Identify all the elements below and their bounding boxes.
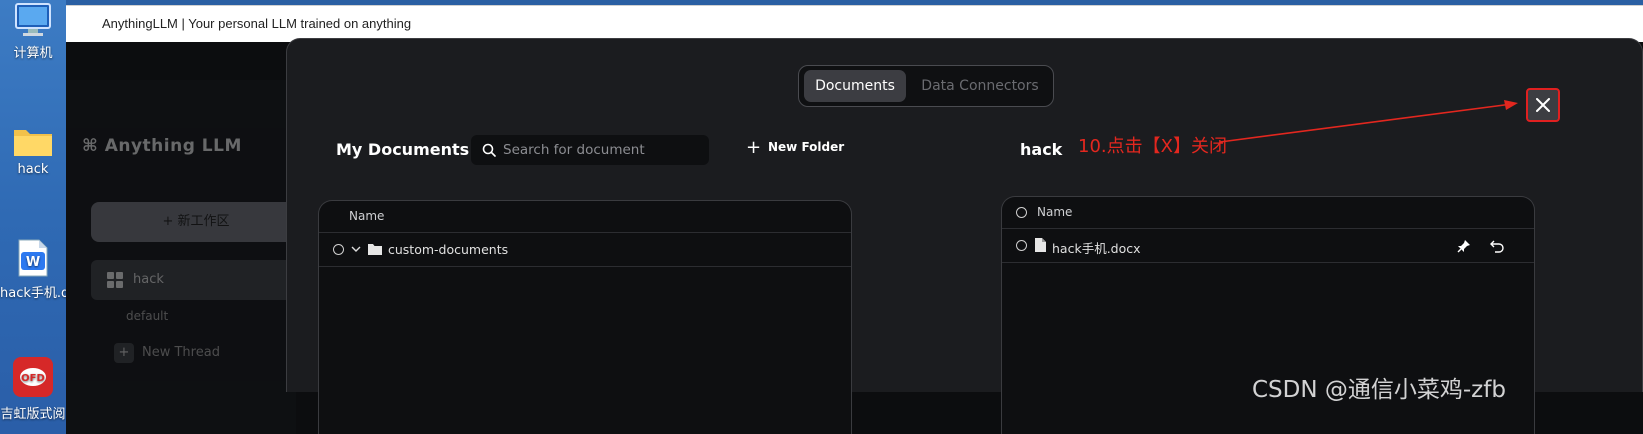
- new-folder-button[interactable]: + New Folder: [746, 137, 845, 158]
- desktop-icon-hack-doc[interactable]: W hack手机.doc: [0, 238, 66, 301]
- watermark: CSDN @通信小菜鸡-zfb: [1252, 377, 1506, 403]
- tab-data-connectors[interactable]: Data Connectors: [911, 70, 1049, 102]
- row-checkbox[interactable]: [1016, 240, 1027, 251]
- desktop-icon-label: 吉虹版式阅: [0, 407, 66, 422]
- file-icon: [1035, 238, 1046, 252]
- wps-doc-icon: W: [18, 239, 48, 277]
- table-header: Name: [1002, 197, 1534, 229]
- app-logo: ⌘ Anything LLM: [82, 136, 242, 156]
- row-name: custom-documents: [388, 242, 509, 257]
- pin-icon[interactable]: [1457, 239, 1471, 253]
- new-thread-button[interactable]: New Thread: [114, 343, 220, 363]
- desktop: 计算机 hack W hack手机.doc OFD 吉虹版式阅: [0, 0, 66, 434]
- ofd-reader-icon: OFD: [13, 357, 53, 397]
- desktop-icon-label: hack: [17, 162, 49, 177]
- table-header: Name: [319, 201, 851, 233]
- folder-icon: [368, 244, 382, 255]
- row-name: hack手机.docx: [1052, 241, 1141, 256]
- close-button[interactable]: [1526, 88, 1560, 122]
- thread-item-default[interactable]: default: [126, 309, 168, 323]
- search-icon: [482, 143, 496, 157]
- select-all-checkbox[interactable]: [1016, 207, 1027, 218]
- desktop-icon-hack-folder[interactable]: hack: [0, 122, 66, 177]
- table-row[interactable]: custom-documents: [319, 233, 851, 267]
- new-folder-label: New Folder: [768, 140, 845, 154]
- title-bar: AnythingLLM | Your personal LLM trained …: [66, 5, 1643, 42]
- desktop-icon-computer[interactable]: 计算机: [0, 2, 66, 61]
- plus-icon: +: [746, 137, 762, 158]
- folder-icon: [14, 130, 52, 156]
- chevron-down-icon[interactable]: [351, 245, 361, 253]
- app-window: AnythingLLM | Your personal LLM trained …: [66, 0, 1643, 434]
- logo-mark-icon: ⌘: [82, 136, 105, 156]
- undo-icon[interactable]: [1490, 239, 1504, 253]
- computer-icon: [15, 3, 51, 36]
- annotation-arrow-icon: [1219, 100, 1518, 143]
- svg-text:W: W: [26, 255, 40, 270]
- workspace-name: hack: [133, 272, 164, 287]
- new-workspace-button[interactable]: + 新工作区: [91, 202, 301, 242]
- sidebar-item-workspace[interactable]: hack: [91, 260, 301, 300]
- column-name: Name: [349, 209, 385, 223]
- search-input[interactable]: [503, 140, 699, 160]
- table-row[interactable]: hack手机.docx: [1002, 229, 1534, 263]
- logo-text: Anything LLM: [104, 136, 242, 156]
- my-documents-panel: Name custom-documents: [318, 200, 852, 434]
- window-title: AnythingLLM | Your personal LLM trained …: [102, 16, 412, 31]
- workspace-grid-icon: [107, 272, 123, 288]
- search-box: [471, 135, 709, 165]
- row-checkbox[interactable]: [333, 244, 344, 255]
- modal-tabs: Documents Data Connectors: [798, 65, 1054, 107]
- svg-text:OFD: OFD: [21, 373, 45, 384]
- annotation-label: 10.点击【X】关闭: [1078, 136, 1227, 157]
- desktop-icon-label: hack手机.doc: [0, 286, 66, 301]
- close-icon: [1536, 98, 1550, 112]
- workspace-docs-title: hack: [1020, 140, 1063, 159]
- sidebar: ⌘ Anything LLM + 新工作区 hack default New T…: [66, 80, 301, 434]
- tab-documents[interactable]: Documents: [804, 70, 906, 102]
- desktop-icon-label: 计算机: [13, 46, 53, 61]
- desktop-icon-ofd-reader[interactable]: OFD 吉虹版式阅: [0, 355, 66, 422]
- column-name: Name: [1037, 205, 1073, 219]
- my-documents-title: My Documents: [336, 140, 470, 159]
